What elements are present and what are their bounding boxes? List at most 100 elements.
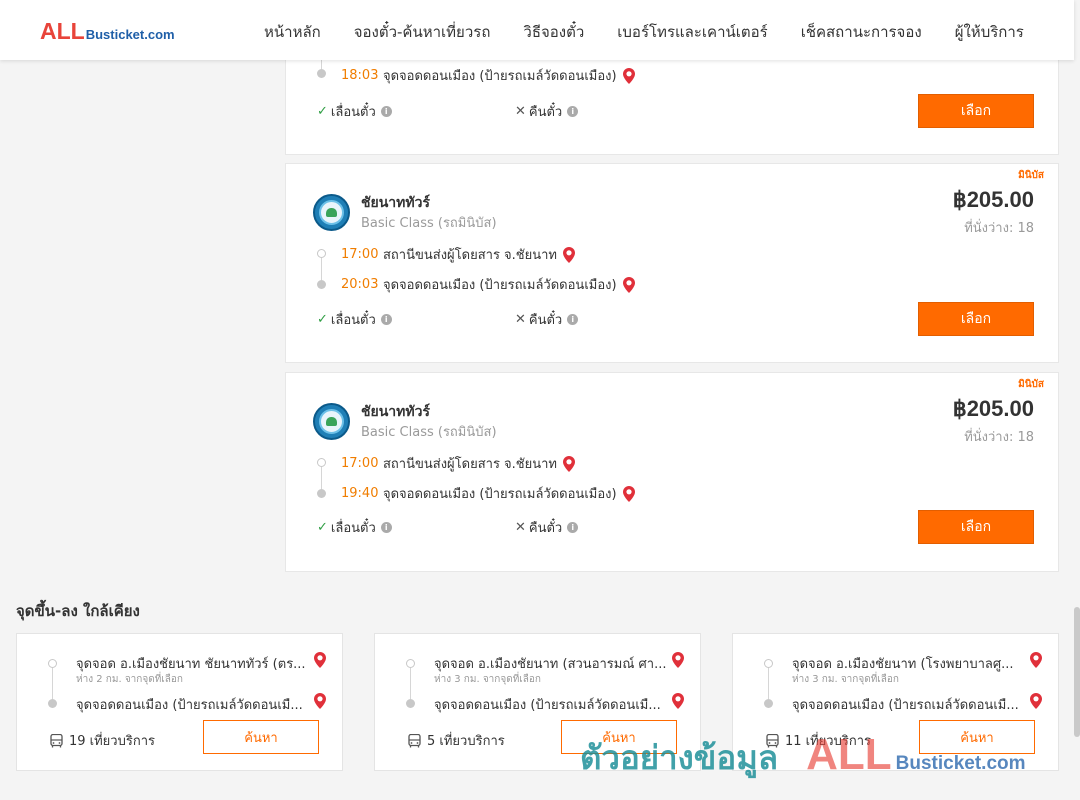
map-pin-icon[interactable] (622, 485, 635, 502)
nearby-stop-card: จุดจอด อ.เมืองชัยนาท (สวนอารมณ์ ศา... ห่… (374, 633, 701, 771)
map-pin-icon[interactable] (314, 693, 326, 709)
check-icon: ✓ (317, 312, 328, 327)
arrive-stop-name: จุดจอดดอนเมือง (ป้ายรถเมล์วัดดอนเมือง) (383, 69, 617, 84)
logo-all-text: ALL (40, 18, 85, 44)
map-pin-icon[interactable] (622, 276, 635, 293)
refund-label: คืนตั๋ว (528, 313, 563, 328)
depart-stop-name: สถานีขนส่งผู้โดยสาร จ.ชัยนาท (383, 248, 558, 263)
to-dot (48, 699, 57, 708)
nearby-trip-count: 11 เที่ยวบริการ (766, 730, 871, 751)
depart-dot (317, 249, 326, 258)
route-line (321, 59, 322, 69)
arrive-dot (317, 489, 326, 498)
info-icon[interactable]: i (567, 522, 579, 533)
nav-operators[interactable]: ผู้ให้บริการ (955, 20, 1024, 44)
map-pin-icon[interactable] (314, 652, 326, 668)
refund-option: ✕ คืนตั๋ว i (515, 517, 579, 538)
refund-option: ✕ คืนตั๋ว i (515, 309, 579, 330)
arrive-stop-row: 18:03 จุดจอดดอนเมือง (ป้ายรถเมล์วัดดอนเม… (341, 65, 635, 86)
close-icon: ✕ (515, 520, 526, 535)
nav-how-to-book[interactable]: วิธีจองตั๋ว (523, 20, 584, 44)
search-button[interactable]: ค้นหา (919, 720, 1035, 754)
map-pin-icon[interactable] (1030, 693, 1042, 709)
map-pin-icon[interactable] (672, 693, 684, 709)
arrive-stop-row: 20:03 จุดจอดดอนเมือง (ป้ายรถเมล์วัดดอนเม… (341, 274, 635, 295)
bus-type-badge: มินิบัส (1018, 170, 1044, 181)
nearby-to-stop: จุดจอดดอนเมือง (ป้ายรถเมล์วัดดอนเมื... (434, 698, 661, 713)
select-button[interactable]: เลือก (918, 94, 1034, 128)
search-button[interactable]: ค้นหา (203, 720, 319, 754)
scrollbar-thumb[interactable] (1074, 607, 1080, 737)
route-line (410, 668, 411, 699)
nearby-stop-card: จุดจอด อ.เมืองชัยนาท (โรงพยาบาลศู... ห่า… (732, 633, 1059, 771)
from-dot (48, 659, 57, 668)
close-icon: ✕ (515, 104, 526, 119)
logo-busticket-text: Busticket.com (85, 27, 175, 42)
reschedule-label: เลื่อนตั๋ว (330, 313, 376, 328)
nearby-from-stop: จุดจอด อ.เมืองชัยนาท ชัยนาททัวร์ (ตร... (76, 657, 306, 672)
refund-label: คืนตั๋ว (528, 521, 563, 536)
depart-stop-row: 17:00 สถานีขนส่งผู้โดยสาร จ.ชัยนาท (341, 453, 576, 474)
depart-stop-row: 17:00 สถานีขนส่งผู้โดยสาร จ.ชัยนาท (341, 244, 576, 265)
arrive-time: 19:40 (341, 486, 379, 501)
operator-name: ชัยนาททัวร์ (361, 195, 430, 211)
info-icon[interactable]: i (380, 314, 392, 325)
operator-logo (313, 403, 350, 440)
route-line (321, 258, 322, 280)
nav-home[interactable]: หน้าหลัก (264, 20, 321, 44)
nearby-stop-card: จุดจอด อ.เมืองชัยนาท ชัยนาททัวร์ (ตร... … (16, 633, 343, 771)
trip-count-label: 11 เที่ยวบริการ (785, 734, 871, 749)
trip-count-label: 5 เที่ยวบริการ (427, 734, 505, 749)
map-pin-icon[interactable] (622, 67, 635, 84)
route-line (52, 668, 53, 699)
arrive-stop-name: จุดจอดดอนเมือง (ป้ายรถเมล์วัดดอนเมือง) (383, 487, 617, 502)
reschedule-option: ✓ เลื่อนตั๋ว i (317, 309, 392, 330)
nearby-distance: ห่าง 3 กม. จากจุดที่เลือก (434, 674, 541, 685)
from-dot (406, 659, 415, 668)
ticket-price: ฿205.00 (952, 187, 1034, 212)
info-icon[interactable]: i (567, 106, 579, 117)
search-button[interactable]: ค้นหา (561, 720, 677, 754)
map-pin-icon[interactable] (1030, 652, 1042, 668)
map-pin-icon[interactable] (563, 246, 576, 263)
arrive-stop-row: 19:40 จุดจอดดอนเมือง (ป้ายรถเมล์วัดดอนเม… (341, 483, 635, 504)
nav-contact-counters[interactable]: เบอร์โทรและเคาน์เตอร์ (617, 20, 767, 44)
select-button[interactable]: เลือก (918, 510, 1034, 544)
seats-available: ที่นั่งว่าง: 18 (964, 221, 1034, 236)
nearby-distance: ห่าง 2 กม. จากจุดที่เลือก (76, 674, 183, 685)
refund-option: ✕ คืนตั๋ว i (515, 101, 579, 122)
site-logo[interactable]: ALL Busticket.com (40, 18, 175, 45)
nav-check-booking[interactable]: เช็คสถานะการจอง (801, 20, 922, 44)
operator-name: ชัยนาททัวร์ (361, 404, 430, 420)
trip-card: มินิบัส ชัยนาททัวร์ Basic Class (รถมินิบ… (285, 163, 1059, 363)
select-button[interactable]: เลือก (918, 302, 1034, 336)
nearby-to-stop: จุดจอดดอนเมือง (ป้ายรถเมล์วัดดอนเมื... (76, 698, 303, 713)
nearby-trip-count: 5 เที่ยวบริการ (408, 730, 505, 751)
arrive-dot (317, 280, 326, 289)
bus-type-badge: มินิบัส (1018, 379, 1044, 390)
nearby-section-title: จุดขึ้น-ลง ใกล้เคียง (16, 602, 140, 620)
reschedule-option: ✓ เลื่อนตั๋ว i (317, 101, 392, 122)
info-icon[interactable]: i (380, 106, 392, 117)
reschedule-option: ✓ เลื่อนตั๋ว i (317, 517, 392, 538)
check-icon: ✓ (317, 520, 328, 535)
info-icon[interactable]: i (567, 314, 579, 325)
route-line (321, 467, 322, 489)
depart-time: 17:00 (341, 247, 379, 262)
map-pin-icon[interactable] (563, 455, 576, 472)
ticket-price: ฿205.00 (952, 396, 1034, 421)
top-navbar: ALL Busticket.com หน้าหลัก จองตั๋ว-ค้นหา… (0, 0, 1074, 60)
bus-icon (50, 733, 63, 747)
info-icon[interactable]: i (380, 522, 392, 533)
bus-class: Basic Class (รถมินิบัส) (361, 216, 497, 231)
nav-book-search[interactable]: จองตั๋ว-ค้นหาเที่ยวรถ (354, 20, 491, 44)
depart-stop-name: สถานีขนส่งผู้โดยสาร จ.ชัยนาท (383, 457, 558, 472)
page-scrollbar[interactable] (1074, 0, 1080, 800)
reschedule-label: เลื่อนตั๋ว (330, 105, 376, 120)
arrive-time: 20:03 (341, 277, 379, 292)
close-icon: ✕ (515, 312, 526, 327)
operator-logo (313, 194, 350, 231)
trip-count-label: 19 เที่ยวบริการ (69, 734, 155, 749)
map-pin-icon[interactable] (672, 652, 684, 668)
bus-class: Basic Class (รถมินิบัส) (361, 425, 497, 440)
